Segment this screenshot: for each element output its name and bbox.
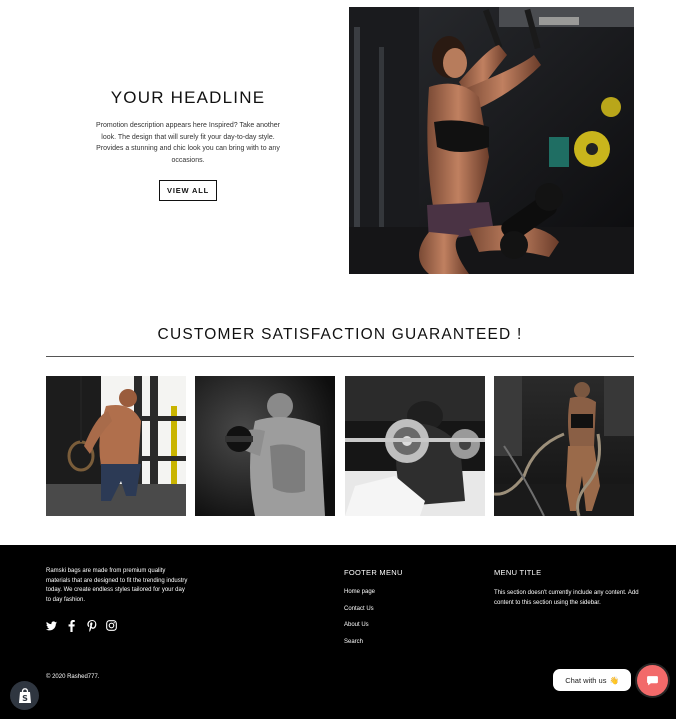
- gallery-image-dumbbell-curl[interactable]: [195, 376, 335, 516]
- pinterest-icon[interactable]: [86, 619, 97, 632]
- twitter-icon[interactable]: [46, 620, 57, 631]
- facebook-icon[interactable]: [66, 619, 77, 632]
- shopify-bag-icon[interactable]: S: [10, 681, 39, 710]
- view-all-button[interactable]: VIEW ALL: [159, 180, 217, 201]
- wave-icon: 👋: [609, 675, 619, 685]
- footer-link-contact[interactable]: Contact Us: [344, 606, 403, 612]
- section-divider: [46, 356, 634, 357]
- hero-description: Promotion description appears here Inspi…: [96, 122, 280, 164]
- hero-image-woman-cable-pull: [349, 7, 634, 274]
- social-links: [46, 619, 117, 632]
- hero-text-block: YOUR HEADLINE Promotion description appe…: [88, 88, 288, 201]
- footer-menu: FOOTER MENU Home page Contact Us About U…: [344, 568, 403, 655]
- site-footer: Ramski bags are made from premium qualit…: [0, 545, 676, 719]
- satisfaction-title: CUSTOMER SATISFACTION GUARANTEED !: [157, 326, 523, 343]
- footer-about-text: Ramski bags are made from premium qualit…: [46, 568, 188, 603]
- hero-headline: YOUR HEADLINE: [110, 88, 266, 107]
- chat-with-us-label[interactable]: Chat with us 👋: [553, 669, 631, 691]
- footer-link-search[interactable]: Search: [344, 639, 403, 645]
- chat-bubble-icon: [647, 676, 658, 686]
- satisfaction-gallery: [46, 376, 634, 516]
- chat-label-text: Chat with us: [565, 675, 607, 685]
- gallery-image-barbell[interactable]: [345, 376, 485, 516]
- chat-bubble-button[interactable]: [637, 665, 668, 696]
- instagram-icon[interactable]: [106, 620, 117, 631]
- footer-link-about[interactable]: About Us: [344, 622, 403, 628]
- footer-info-column: MENU TITLE This section doesn't currentl…: [494, 568, 639, 608]
- footer-info-title: MENU TITLE: [494, 568, 542, 577]
- copyright-text: © 2020 Rashed777.: [46, 674, 100, 680]
- footer-info-text: This section doesn't currently include a…: [494, 590, 639, 606]
- gallery-image-battle-ropes[interactable]: [494, 376, 634, 516]
- footer-link-home[interactable]: Home page: [344, 589, 403, 595]
- svg-text:S: S: [22, 694, 28, 703]
- gallery-image-rings[interactable]: [46, 376, 186, 516]
- hero-section: YOUR HEADLINE Promotion description appe…: [0, 0, 676, 300]
- footer-menu-title: FOOTER MENU: [344, 568, 403, 577]
